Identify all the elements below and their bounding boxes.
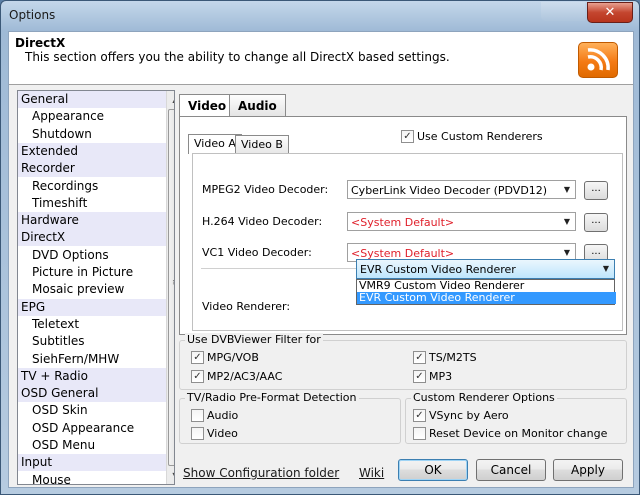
custom-renderer-options-title: Custom Renderer Options — [411, 391, 557, 404]
mpg-vob-checkbox[interactable]: ✓ — [191, 351, 204, 364]
vc1-decoder-label: VC1 Video Decoder: — [202, 246, 312, 259]
tree-category[interactable]: DirectX — [18, 229, 169, 247]
options-window: Options ✕ DirectX This section offers yo… — [0, 0, 640, 495]
preformat-audio-label: Audio — [207, 409, 239, 422]
preformat-title: TV/Radio Pre-Format Detection — [185, 391, 359, 404]
ok-button[interactable]: OK — [398, 459, 468, 481]
tree-item[interactable]: Timeshift — [18, 195, 174, 212]
ts-m2ts-checkbox[interactable]: ✓ — [413, 351, 426, 364]
tree-item[interactable]: Teletext — [18, 316, 174, 333]
tree-item[interactable]: Subtitles — [18, 333, 174, 350]
scroll-up-arrow-icon[interactable]: ▲ — [167, 91, 174, 108]
preformat-audio-checkbox[interactable] — [191, 409, 204, 422]
tree-item[interactable]: Recordings — [18, 178, 174, 195]
mpeg2-decoder-select[interactable]: CyberLink Video Decoder (PDVD12) ▼ — [347, 180, 576, 199]
tree-category[interactable]: Hardware — [18, 212, 169, 230]
tree-item[interactable]: Shutdown — [18, 126, 174, 143]
maximize-button[interactable] — [541, 2, 585, 21]
mpg-vob-label: MPG/VOB — [207, 351, 259, 364]
mpeg2-browse-button[interactable]: ... — [584, 181, 608, 200]
tab-video-a[interactable]: Video A — [188, 134, 242, 154]
h264-decoder-select[interactable]: <System Default> ▼ — [347, 212, 576, 231]
tab-video-b[interactable]: Video B — [235, 135, 289, 154]
scroll-thumb[interactable]: ≡ — [168, 109, 174, 466]
reset-device-label: Reset Device on Monitor change — [429, 427, 608, 440]
section-title: DirectX — [15, 36, 66, 50]
tree-category[interactable]: Extended — [18, 142, 169, 160]
reset-device-checkbox[interactable] — [413, 427, 426, 440]
video-renderer-value: EVR Custom Video Renderer — [360, 263, 516, 276]
dropdown-arrow-icon: ▼ — [563, 185, 571, 194]
preformat-group: TV/Radio Pre-Format Detection Audio Vide… — [179, 391, 401, 444]
ts-m2ts-label: TS/M2TS — [429, 351, 477, 364]
tree-item[interactable]: OSD Skin — [18, 402, 174, 419]
wiki-link[interactable]: Wiki — [359, 466, 384, 480]
vsync-label: VSync by Aero — [429, 409, 509, 422]
window-title: Options — [9, 8, 56, 22]
dropdown-arrow-icon: ▼ — [602, 264, 610, 273]
rss-icon — [578, 42, 618, 78]
tree-category[interactable]: General — [18, 91, 169, 108]
mp3-checkbox[interactable]: ✓ — [413, 370, 426, 383]
mp3-label: MP3 — [429, 370, 453, 383]
custom-renderer-options-group: Custom Renderer Options ✓ VSync by Aero … — [405, 391, 627, 444]
dropdown-arrow-icon: ▼ — [563, 217, 571, 226]
grip-icon: ≡ — [172, 279, 174, 288]
mp2-ac3-aac-label: MP2/AC3/AAC — [207, 370, 283, 383]
scroll-down-arrow-icon[interactable]: ▼ — [167, 467, 174, 484]
h264-decoder-label: H.264 Video Decoder: — [202, 215, 323, 228]
tree-item[interactable]: Mosaic preview — [18, 281, 174, 298]
video-renderer-label: Video Renderer: — [202, 300, 291, 313]
video-renderer-select[interactable]: EVR Custom Video Renderer ▼ — [356, 259, 615, 279]
tree-category[interactable]: Input — [18, 454, 169, 472]
video-tab-panel: Video A Video B ✓ Use Custom Renderers M… — [179, 116, 627, 335]
tree-item[interactable]: Picture in Picture — [18, 264, 174, 281]
tree-category[interactable]: OSD General — [18, 385, 169, 403]
tree-item[interactable]: Mouse — [18, 472, 174, 484]
h264-decoder-value: <System Default> — [351, 216, 455, 229]
tree-item[interactable]: OSD Menu — [18, 437, 174, 454]
tree-item[interactable]: OSD Appearance — [18, 420, 174, 437]
h264-browse-button[interactable]: ... — [584, 213, 608, 232]
tree-item[interactable]: Appearance — [18, 108, 174, 125]
apply-button[interactable]: Apply — [553, 459, 623, 481]
tree-category[interactable]: TV + Radio — [18, 367, 169, 385]
dvbviewer-filter-group: Use DVBViewer Filter for ✓ MPG/VOB ✓ TS/… — [179, 333, 627, 390]
settings-tree[interactable]: Mouse Input OSD Menu OSD Appearance OSD Skin… — [17, 90, 175, 485]
section-description: This section offers you the ability to c… — [25, 50, 450, 64]
tree-scrollbar[interactable]: ▲ ≡ ▼ — [166, 91, 174, 484]
show-config-folder-link[interactable]: Show Configuration folder — [183, 466, 339, 480]
renderer-option-evr[interactable]: EVR Custom Video Renderer — [357, 292, 616, 304]
vsync-checkbox[interactable]: ✓ — [413, 409, 426, 422]
tab-video[interactable]: Video — [179, 94, 236, 118]
video-renderer-dropdown: VMR9 Custom Video Renderer EVR Custom Vi… — [356, 279, 616, 305]
title-bar[interactable]: Options ✕ — [1, 1, 639, 31]
preformat-video-label: Video — [207, 427, 238, 440]
tree-item[interactable]: DVD Options — [18, 247, 174, 264]
mpeg2-decoder-label: MPEG2 Video Decoder: — [202, 183, 329, 196]
client-area: DirectX This section offers you the abil… — [8, 31, 634, 488]
mpeg2-decoder-value: CyberLink Video Decoder (PDVD12) — [351, 184, 548, 197]
tab-audio[interactable]: Audio — [229, 94, 286, 117]
mp2-ac3-aac-checkbox[interactable]: ✓ — [191, 370, 204, 383]
tree-item[interactable]: SiehFern/MHW — [18, 351, 174, 368]
dvbviewer-filter-title: Use DVBViewer Filter for — [185, 333, 323, 346]
section-header: DirectX This section offers you the abil… — [9, 32, 633, 85]
tree-category[interactable]: EPG — [18, 298, 169, 316]
tree-category[interactable]: Recorder — [18, 160, 169, 178]
cancel-button[interactable]: Cancel — [476, 459, 546, 481]
use-custom-renderers-label: Use Custom Renderers — [417, 130, 543, 143]
preformat-video-checkbox[interactable] — [191, 427, 204, 440]
use-custom-renderers-checkbox[interactable]: ✓ — [401, 130, 414, 143]
close-button[interactable]: ✕ — [587, 2, 633, 23]
